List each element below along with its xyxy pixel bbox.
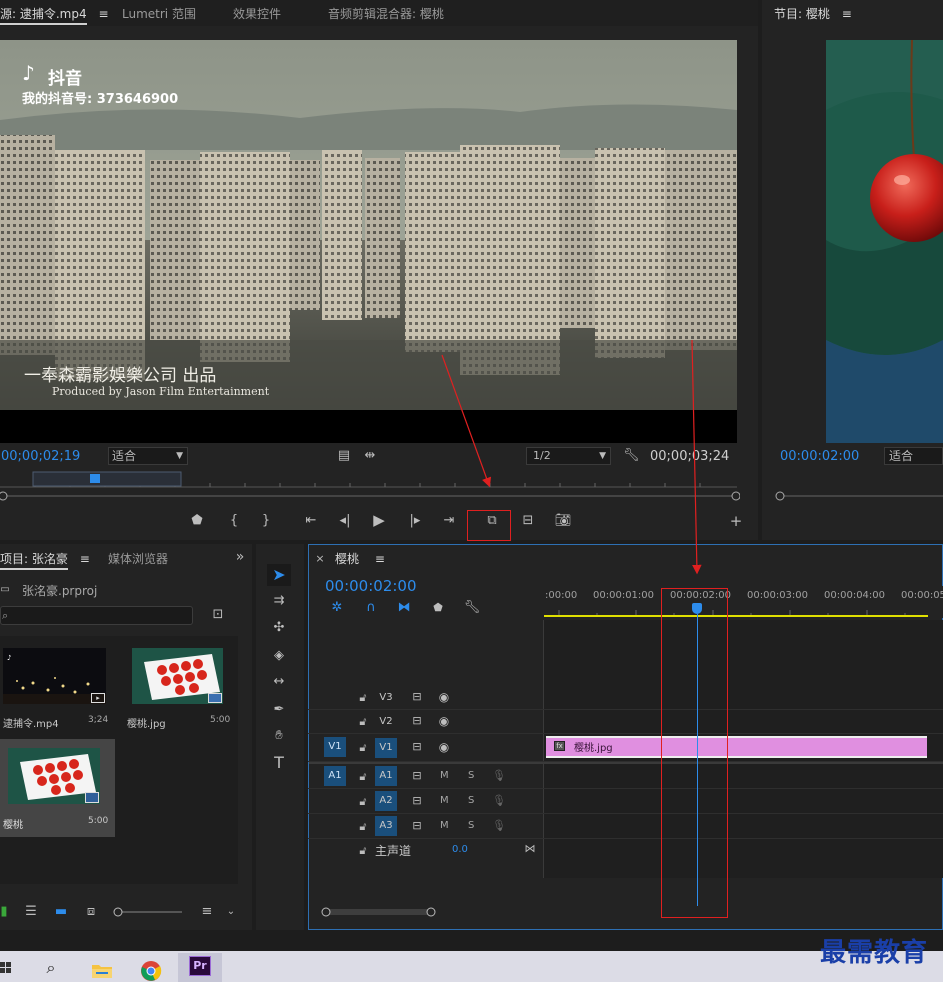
watermark-logo: 最需教育 (820, 938, 929, 968)
chrome-icon[interactable] (140, 960, 162, 982)
file-explorer-icon[interactable] (91, 961, 113, 979)
windows-start-icon[interactable] (0, 961, 12, 975)
premiere-app-icon: Pr (189, 956, 211, 976)
search-icon[interactable]: ⌕ (42, 960, 60, 976)
premiere-taskbar-button[interactable]: Pr (178, 953, 222, 982)
annotation-arrows (441, 339, 702, 575)
